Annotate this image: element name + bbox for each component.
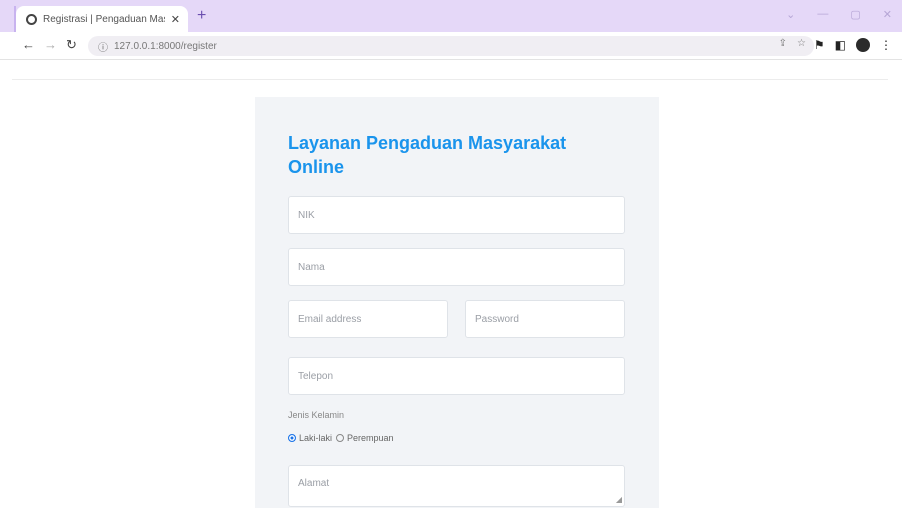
browser-toolbar: ← → ↻ ⓘ 127.0.0.1:8000/register ⇪ ☆ ⚑ ◧ … [0, 32, 902, 60]
email-input[interactable]: Email address [288, 300, 448, 338]
nik-placeholder: NIK [298, 209, 315, 221]
registration-card: Layanan Pengaduan Masyarakat Online NIK … [255, 97, 659, 508]
telepon-input[interactable]: Telepon [288, 357, 625, 395]
globe-icon [26, 13, 37, 25]
radio-laki-laki-label[interactable]: Laki-laki [299, 433, 332, 443]
window-controls: ⌄ — ▢ ✕ [786, 8, 892, 21]
new-tab-icon[interactable]: + [197, 8, 206, 24]
radio-laki-laki[interactable] [288, 434, 296, 442]
side-panel-icon[interactable]: ◧ [835, 37, 846, 53]
forward-icon[interactable]: → [44, 37, 57, 53]
radio-perempuan[interactable] [336, 434, 345, 442]
tab-title: Registrasi | Pengaduan Masyarak [43, 13, 165, 25]
gender-label: Jenis Kelamin [288, 410, 345, 420]
page-divider [12, 79, 888, 80]
email-placeholder: Email address [298, 313, 362, 325]
bookmark-star-icon[interactable]: ☆ [797, 38, 806, 49]
reload-icon[interactable]: ↻ [66, 37, 77, 53]
profile-avatar[interactable] [856, 38, 870, 52]
resize-handle-icon[interactable]: ◢ [616, 495, 622, 504]
minimize-icon[interactable]: — [817, 8, 828, 21]
alamat-textarea[interactable]: Alamat ◢ [288, 465, 625, 507]
nama-input[interactable]: Nama [288, 248, 625, 286]
password-input[interactable]: Password [465, 300, 625, 338]
radio-perempuan-label[interactable]: Perempuan [347, 433, 394, 443]
alamat-placeholder: Alamat [298, 478, 330, 489]
url-text: 127.0.0.1:8000/register [114, 40, 217, 52]
form-heading: Layanan Pengaduan Masyarakat Online [288, 133, 567, 177]
share-icon[interactable]: ⇪ [779, 38, 787, 49]
address-bar[interactable]: ⓘ 127.0.0.1:8000/register ⇪ ☆ [88, 36, 814, 56]
browser-tab[interactable]: Registrasi | Pengaduan Masyarak ✕ [16, 6, 188, 32]
gender-radio-group: Laki-laki Perempuan [288, 433, 394, 443]
nik-input[interactable]: NIK [288, 196, 625, 234]
tab-close-icon[interactable]: ✕ [171, 13, 180, 26]
maximize-icon[interactable]: ▢ [850, 8, 860, 21]
tab-strip: Registrasi | Pengaduan Masyarak ✕ + ⌄ — … [0, 0, 902, 32]
site-info-icon[interactable]: ⓘ [98, 39, 108, 54]
menu-icon[interactable]: ⋮ [880, 37, 892, 53]
password-placeholder: Password [475, 313, 519, 325]
back-icon[interactable]: ← [22, 37, 35, 53]
nama-placeholder: Nama [298, 261, 325, 273]
telepon-placeholder: Telepon [298, 370, 334, 382]
extensions-icon[interactable]: ⚑ [814, 37, 825, 53]
window-close-icon[interactable]: ✕ [883, 8, 892, 21]
tab-search-icon[interactable]: ⌄ [786, 8, 795, 21]
